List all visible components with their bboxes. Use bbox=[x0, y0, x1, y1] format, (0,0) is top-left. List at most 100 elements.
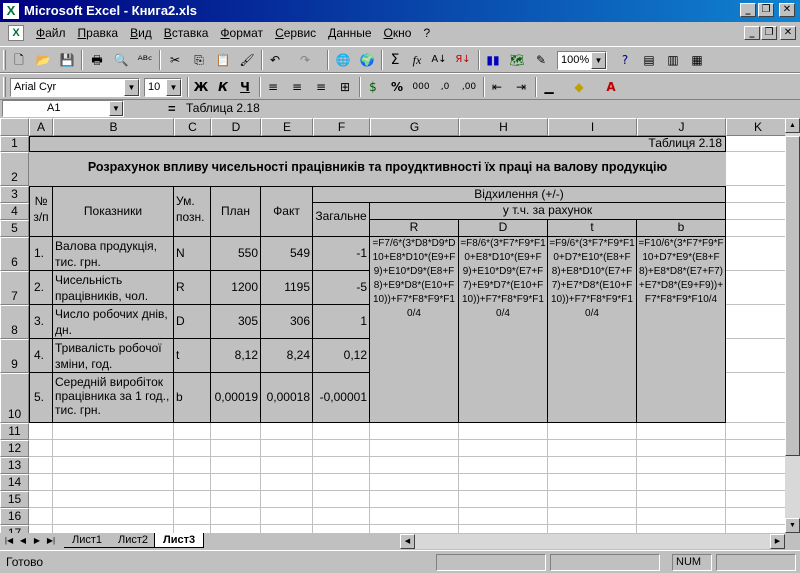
borders-icon[interactable]: ▁ bbox=[538, 77, 560, 97]
menu-item[interactable]: Сервис bbox=[269, 26, 322, 40]
web-toolbar-icon[interactable]: 🌍 bbox=[356, 50, 378, 70]
column-header[interactable]: G bbox=[370, 118, 459, 136]
table-icon[interactable]: ▦ bbox=[686, 50, 708, 70]
row-total[interactable]: -0,00001 bbox=[313, 373, 370, 423]
row-plan[interactable]: 0,00019 bbox=[211, 373, 261, 423]
font-color-icon[interactable]: A bbox=[600, 77, 622, 97]
column-header[interactable]: A bbox=[29, 118, 53, 136]
merge-center-icon[interactable]: ⊞ bbox=[334, 77, 356, 97]
formula-cell-b[interactable]: =F10/6*(3*F7*F9*F10+D7*E9*(E8+F8)+E8*D8*… bbox=[637, 237, 726, 423]
formula-equals[interactable]: = bbox=[168, 101, 176, 116]
menu-item[interactable]: Вставка bbox=[158, 26, 215, 40]
row-header[interactable]: 3 bbox=[0, 186, 29, 203]
zoom-combo[interactable]: 100% ▼ bbox=[557, 51, 607, 70]
row-total[interactable]: 0,12 bbox=[313, 339, 370, 373]
scroll-up-icon[interactable]: ▲ bbox=[785, 118, 800, 133]
row-header[interactable]: 10 bbox=[0, 373, 29, 423]
format-painter-icon[interactable]: 🖌 bbox=[236, 50, 258, 70]
row-total[interactable]: -5 bbox=[313, 271, 370, 305]
excel-icon[interactable]: X bbox=[3, 3, 19, 19]
row-header[interactable]: 4 bbox=[0, 203, 29, 220]
minimize-button[interactable]: _ bbox=[740, 3, 756, 17]
name-box[interactable]: A1 ▼ bbox=[2, 100, 124, 117]
select-all-corner[interactable] bbox=[0, 118, 29, 136]
row-fact[interactable]: 306 bbox=[261, 305, 313, 339]
header-unit[interactable]: Ум. позн. bbox=[174, 186, 211, 237]
column-header[interactable]: I bbox=[548, 118, 637, 136]
table-title[interactable]: Розрахунок впливу чисельності працівникі… bbox=[29, 152, 726, 186]
cut-icon[interactable]: ✂ bbox=[164, 50, 186, 70]
redo-icon[interactable]: ↷ bbox=[294, 50, 316, 70]
last-sheet-icon[interactable]: ▶| bbox=[44, 534, 58, 548]
chevron-down-icon[interactable]: ▼ bbox=[109, 101, 123, 116]
font-size-combo[interactable]: 10 ▼ bbox=[144, 78, 182, 97]
row-fact[interactable]: 8,24 bbox=[261, 339, 313, 373]
column-header[interactable]: J bbox=[637, 118, 726, 136]
undo-icon[interactable]: ↶ bbox=[264, 50, 286, 70]
italic-button[interactable]: К bbox=[212, 77, 234, 97]
row-header[interactable]: 8 bbox=[0, 305, 29, 339]
first-sheet-icon[interactable]: |◀ bbox=[2, 534, 16, 548]
row-header[interactable]: 5 bbox=[0, 220, 29, 237]
row-plan[interactable]: 305 bbox=[211, 305, 261, 339]
row-plan[interactable]: 8,12 bbox=[211, 339, 261, 373]
row-fact[interactable]: 0,00018 bbox=[261, 373, 313, 423]
row-num[interactable]: 5. bbox=[29, 373, 53, 423]
align-center-icon[interactable]: ≡ bbox=[286, 77, 308, 97]
row-header[interactable]: 15 bbox=[0, 491, 29, 508]
prev-sheet-icon[interactable]: ◀ bbox=[16, 534, 30, 548]
horizontal-scrollbar[interactable]: ◀ ▶ bbox=[400, 534, 785, 549]
row-header[interactable]: 7 bbox=[0, 271, 29, 305]
row-indicator[interactable]: Середній виробіток працівника за 1 год.,… bbox=[53, 373, 174, 423]
tab-list2[interactable]: Лист2 bbox=[110, 533, 157, 548]
chevron-down-icon[interactable]: ▼ bbox=[166, 79, 181, 96]
header-factor[interactable]: b bbox=[637, 220, 726, 237]
maximize-button[interactable]: ❐ bbox=[758, 3, 774, 17]
column-header[interactable]: E bbox=[261, 118, 313, 136]
scroll-down-icon[interactable]: ▼ bbox=[785, 518, 800, 533]
row-unit[interactable]: D bbox=[174, 305, 211, 339]
view-icon[interactable]: ▤ bbox=[638, 50, 660, 70]
row-plan[interactable]: 550 bbox=[211, 237, 261, 271]
row-header[interactable]: 17 bbox=[0, 525, 29, 533]
layout-icon[interactable]: ▥ bbox=[662, 50, 684, 70]
table-label[interactable]: Таблиця 2.18 bbox=[29, 136, 722, 152]
header-factor[interactable]: R bbox=[370, 220, 459, 237]
hyperlink-icon[interactable]: 🌐 bbox=[332, 50, 354, 70]
row-num[interactable]: 1. bbox=[29, 237, 53, 271]
header-factor[interactable]: t bbox=[548, 220, 637, 237]
row-unit[interactable]: t bbox=[174, 339, 211, 373]
map-icon[interactable]: 🗺 bbox=[506, 50, 528, 70]
next-sheet-icon[interactable]: ▶ bbox=[30, 534, 44, 548]
tab-list1[interactable]: Лист1 bbox=[64, 533, 111, 548]
percent-button[interactable]: % bbox=[386, 77, 408, 97]
row-header[interactable]: 14 bbox=[0, 474, 29, 491]
tab-list3[interactable]: Лист3 bbox=[154, 533, 205, 548]
row-unit[interactable]: N bbox=[174, 237, 211, 271]
column-header[interactable]: D bbox=[211, 118, 261, 136]
column-header[interactable]: K bbox=[726, 118, 785, 136]
row-indicator[interactable]: Тривалість робочої зміни, год. bbox=[53, 339, 174, 373]
scroll-left-icon[interactable]: ◀ bbox=[400, 534, 415, 549]
drawing-icon[interactable]: ✎ bbox=[530, 50, 552, 70]
row-fact[interactable]: 549 bbox=[261, 237, 313, 271]
fill-color-icon[interactable]: ◆ bbox=[568, 77, 590, 97]
row-num[interactable]: 3. bbox=[29, 305, 53, 339]
column-header[interactable]: H bbox=[459, 118, 548, 136]
row-fact[interactable]: 1195 bbox=[261, 271, 313, 305]
align-left-icon[interactable]: ≡ bbox=[262, 77, 284, 97]
scroll-thumb[interactable] bbox=[785, 136, 800, 456]
spelling-icon[interactable]: ᴬᴮᶜ bbox=[134, 50, 156, 70]
column-header[interactable]: F bbox=[313, 118, 370, 136]
row-unit[interactable]: b bbox=[174, 373, 211, 423]
decrease-indent-icon[interactable]: ⇤ bbox=[486, 77, 508, 97]
header-plan[interactable]: План bbox=[211, 186, 261, 237]
chart-wizard-icon[interactable]: ▮▮ bbox=[482, 50, 504, 70]
row-num[interactable]: 4. bbox=[29, 339, 53, 373]
scroll-right-icon[interactable]: ▶ bbox=[770, 534, 785, 549]
row-header[interactable]: 1 bbox=[0, 136, 29, 152]
workbook-icon[interactable]: X bbox=[8, 25, 24, 41]
formula-cell-d[interactable]: =F8/6*(3*F7*F9*F10+E8*D10*(E9+F9)+E10*D9… bbox=[459, 237, 548, 423]
worksheet-grid[interactable]: A B C D E F G H I J K 1 2 3 4 5 6 7 8 9 10 11 12 13 14 15 16 17 Табл… bbox=[0, 118, 785, 533]
increase-indent-icon[interactable]: ⇥ bbox=[510, 77, 532, 97]
